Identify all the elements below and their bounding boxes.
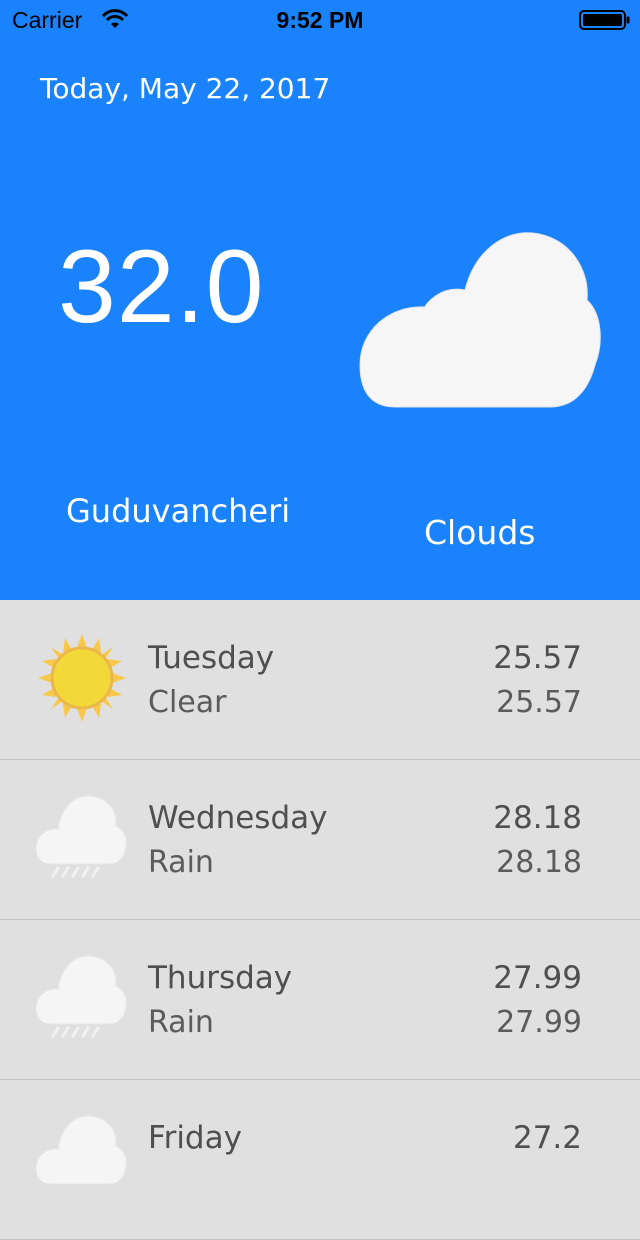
forecast-max-temp: 27.2 [512,1120,582,1156]
battery-icon [579,10,630,30]
forecast-day: Thursday [148,960,293,996]
sun-icon [38,634,126,722]
forecast-condition: Clear [148,685,227,720]
forecast-day: Friday [148,1120,242,1156]
cloud-icon [36,1115,127,1185]
city-name: Guduvancheri [66,492,291,530]
current-date: Today, May 22, 2017 [40,72,331,105]
cloud-icon [359,232,601,408]
current-temperature: 32.0 [58,229,265,345]
forecast-max-temp: 28.18 [493,800,582,836]
forecast-condition: Rain [148,1005,214,1040]
current-condition: Clouds [424,513,536,552]
forecast-max-temp: 27.99 [493,960,582,996]
status-time: 9:52 PM [276,7,364,33]
forecast-min-temp: 27.99 [496,1005,582,1040]
forecast-list: Tuesday Clear 25.57 25.57 Wednesday Rain… [0,600,640,1240]
forecast-row[interactable]: Wednesday Rain 28.18 28.18 [0,760,640,920]
forecast-condition: Rain [148,845,214,880]
rain-cloud-icon [36,795,127,878]
forecast-day: Wednesday [148,800,328,836]
forecast-min-temp: 25.57 [496,685,582,720]
forecast-row[interactable]: Tuesday Clear 25.57 25.57 [0,600,640,760]
rain-cloud-icon [36,955,127,1038]
forecast-day: Tuesday [148,640,275,676]
forecast-min-temp: 28.18 [496,845,582,880]
forecast-max-temp: 25.57 [493,640,582,676]
status-bar: Carrier 9:52 PM [0,0,640,40]
current-weather-panel: Carrier 9:52 PM Today, May 22, 2017 32.0… [0,0,640,600]
forecast-row[interactable]: Friday 27.2 [0,1080,640,1240]
forecast-row[interactable]: Thursday Rain 27.99 27.99 [0,920,640,1080]
